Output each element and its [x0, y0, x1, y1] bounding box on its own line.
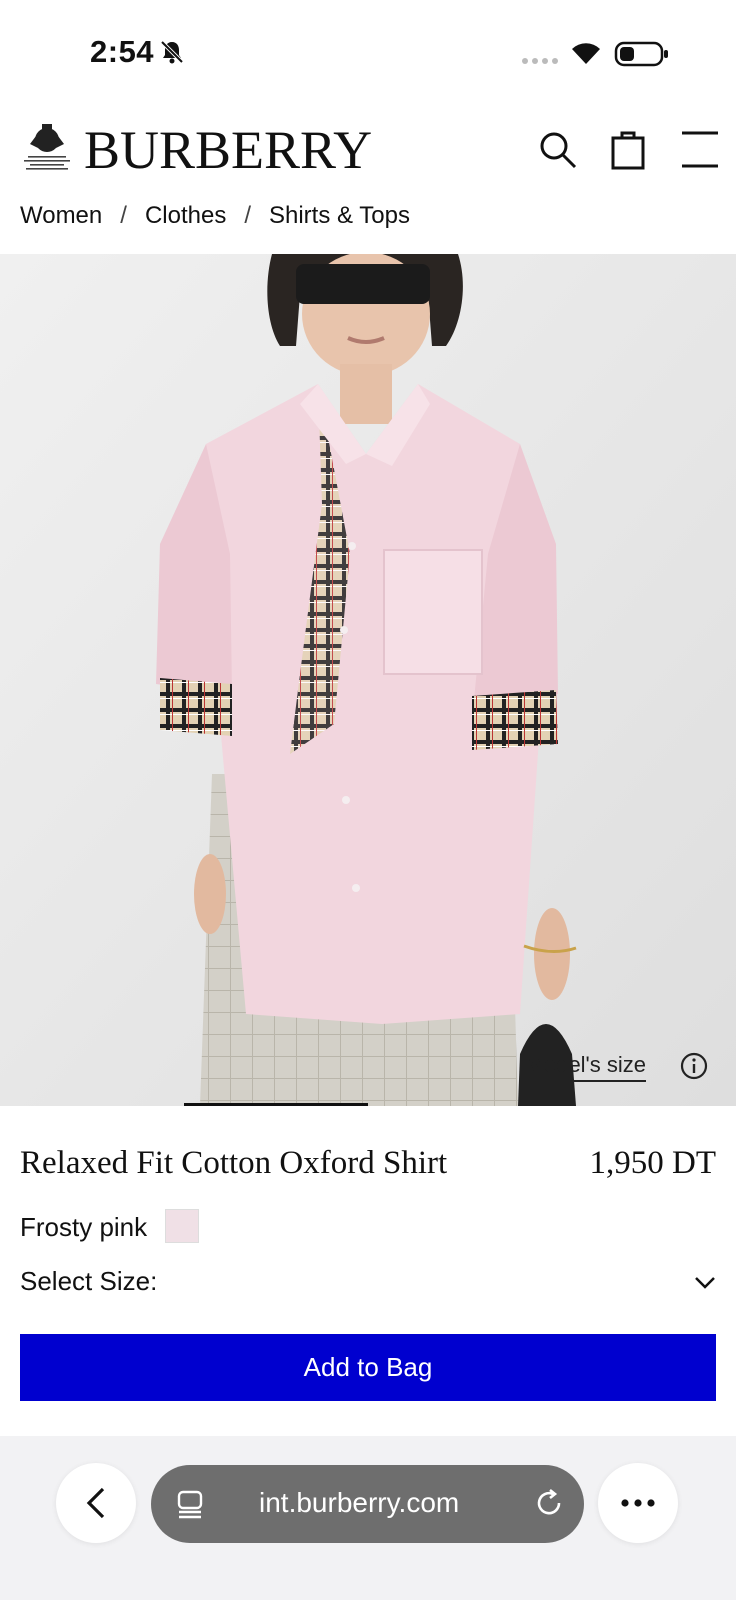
- color-swatch[interactable]: [165, 1209, 199, 1243]
- chevron-down-icon[interactable]: [692, 1270, 718, 1296]
- product-price: 1,950 DT: [589, 1145, 717, 1181]
- breadcrumb-separator: /: [244, 202, 251, 229]
- breadcrumb-separator: /: [120, 202, 127, 229]
- product-name: Relaxed Fit Cotton Oxford Shirt: [20, 1145, 448, 1181]
- add-to-bag-button[interactable]: Add to Bag: [20, 1334, 716, 1401]
- breadcrumb-shirts-tops[interactable]: Shirts & Tops: [269, 202, 410, 230]
- url-text: int.burberry.com: [259, 1487, 460, 1518]
- more-options-button[interactable]: [598, 1463, 678, 1543]
- shopping-bag-icon[interactable]: [610, 130, 646, 170]
- select-size-label[interactable]: Select Size:: [20, 1266, 157, 1297]
- search-icon[interactable]: [538, 130, 578, 170]
- product-image[interactable]: [0, 254, 736, 1106]
- gallery-progress-track: [0, 1104, 736, 1106]
- models-size-link[interactable]: Model's size: [525, 1052, 646, 1082]
- reload-icon[interactable]: [533, 1487, 565, 1519]
- chevron-left-icon: [86, 1487, 105, 1519]
- color-name: Frosty pink: [20, 1212, 148, 1242]
- browser-back-button[interactable]: [56, 1463, 136, 1543]
- breadcrumb: Women / Clothes / Shirts & Tops: [20, 202, 410, 230]
- signal-icon: [522, 58, 558, 64]
- breadcrumb-clothes[interactable]: Clothes: [145, 202, 226, 230]
- breadcrumb-women[interactable]: Women: [20, 202, 102, 230]
- page-tabs-icon[interactable]: [175, 1489, 205, 1519]
- brand-logo[interactable]: BURBERRY: [84, 118, 372, 182]
- menu-icon[interactable]: [680, 130, 720, 170]
- silent-bell-icon: [160, 40, 184, 64]
- battery-icon: [614, 41, 668, 67]
- more-dots-icon: [621, 1499, 655, 1507]
- info-icon[interactable]: [680, 1052, 708, 1080]
- status-time: 2:54: [90, 34, 155, 69]
- wifi-icon: [572, 43, 600, 64]
- address-bar[interactable]: int.burberry.com: [151, 1465, 584, 1543]
- royal-warrant-crest-icon: [24, 124, 70, 170]
- gallery-progress-indicator: [184, 1103, 368, 1106]
